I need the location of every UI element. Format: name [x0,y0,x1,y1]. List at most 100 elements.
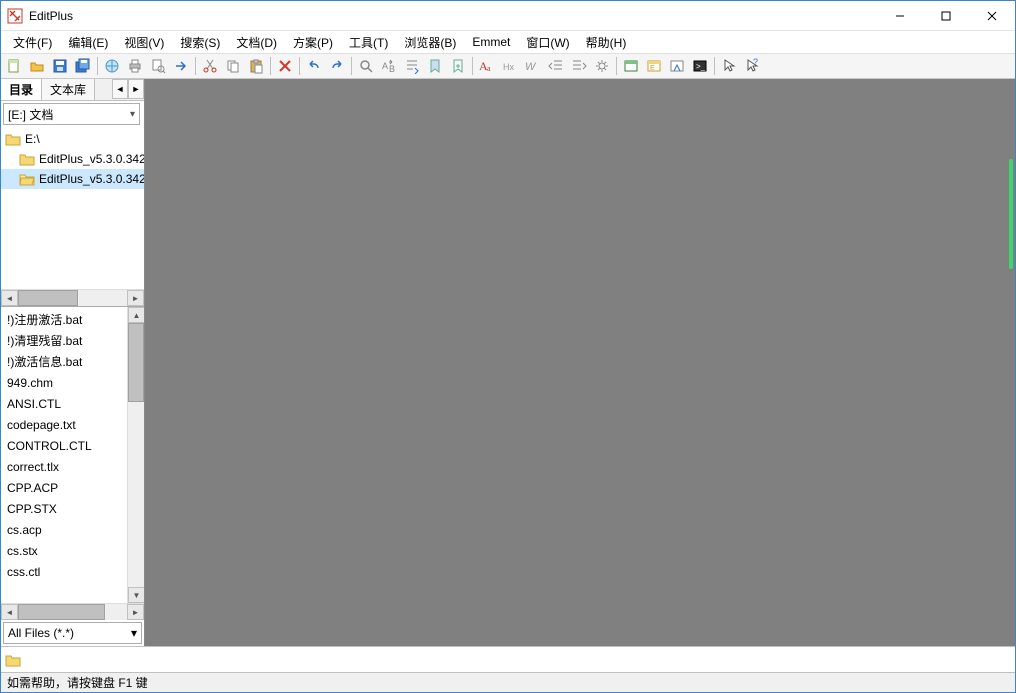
file-row[interactable]: ANSI.CTL [1,393,144,414]
editor-area [145,79,1015,646]
goto-icon[interactable] [170,55,192,77]
file-row[interactable]: CPP.ACP [1,477,144,498]
file-row[interactable]: CONTROL.CTL [1,435,144,456]
chevron-down-icon: ▾ [131,626,137,640]
svg-text:a: a [487,64,491,73]
tab-cliptext[interactable]: 文本库 [42,79,95,100]
file-row[interactable]: !)清理残留.bat [1,330,144,351]
menu-browser[interactable]: 浏览器(B) [396,32,464,53]
external-browser-icon[interactable] [666,55,688,77]
redo-icon[interactable] [326,55,348,77]
indent-right-icon[interactable] [568,55,590,77]
folder-row[interactable]: E:\ [1,129,144,149]
copy-icon[interactable] [222,55,244,77]
settings-icon[interactable] [591,55,613,77]
scroll-down-icon[interactable]: ▼ [128,587,144,603]
scroll-right-icon[interactable]: ► [127,604,144,620]
toolbar: AB Aa Hx W E >_ ? [1,53,1015,79]
folder-icon [19,152,35,166]
scroll-right-icon[interactable]: ► [127,290,144,306]
delete-icon[interactable] [274,55,296,77]
folder-row[interactable]: EditPlus_v5.3.0.3421_x64 [1,149,144,169]
file-filter-select[interactable]: All Files (*.*) ▾ [3,622,142,644]
folder-icon[interactable] [5,653,21,667]
menu-window[interactable]: 窗口(W) [518,32,577,53]
tab-next-button[interactable]: ► [128,79,144,99]
tab-prev-button[interactable]: ◄ [112,79,128,99]
file-row[interactable]: !)注册激活.bat [1,309,144,330]
file-row[interactable]: CPP.STX [1,498,144,519]
goto-line-icon[interactable] [401,55,423,77]
tab-directory[interactable]: 目录 [1,79,42,100]
open-file-icon[interactable] [26,55,48,77]
scroll-left-icon[interactable]: ◄ [1,290,18,306]
paste-icon[interactable] [245,55,267,77]
drive-select[interactable]: [E:] 文档 ▾ [3,103,140,125]
menubar: 文件(F) 编辑(E) 视图(V) 搜索(S) 文档(D) 方案(P) 工具(T… [1,31,1015,53]
new-file-icon[interactable] [3,55,25,77]
svg-text:A: A [382,61,388,71]
pointer-icon[interactable] [718,55,740,77]
file-row[interactable]: css.ctl [1,561,144,582]
menu-view[interactable]: 视图(V) [116,32,172,53]
folder-icon [5,132,21,146]
main-area: 目录 文本库 ◄ ► [E:] 文档 ▾ E:\ EditPlus_v5.3.0… [1,79,1015,646]
file-vscroll[interactable]: ▲ ▼ [127,307,144,603]
menu-tools[interactable]: 工具(T) [341,32,396,53]
maximize-button[interactable] [923,1,969,30]
bookmark-next-icon[interactable] [447,55,469,77]
hex-icon[interactable]: Hx [499,55,521,77]
file-list[interactable]: !)注册激活.bat !)清理残留.bat !)激活信息.bat 949.chm… [1,307,144,620]
ftp-icon[interactable] [101,55,123,77]
undo-icon[interactable] [303,55,325,77]
file-row[interactable]: correct.tlx [1,456,144,477]
print-icon[interactable] [124,55,146,77]
menu-emmet[interactable]: Emmet [464,33,518,51]
svg-text:E: E [650,65,655,72]
terminal-icon[interactable]: >_ [689,55,711,77]
file-hscroll[interactable]: ◄ ► [1,603,144,620]
tree-hscroll[interactable]: ◄ ► [1,289,144,306]
window-title: EditPlus [29,9,877,23]
file-row[interactable]: cs.stx [1,540,144,561]
window-controls [877,1,1015,30]
app-icon [7,8,23,24]
menu-project[interactable]: 方案(P) [285,32,341,53]
cut-icon[interactable] [199,55,221,77]
preview-icon[interactable]: E [643,55,665,77]
sidebar: 目录 文本库 ◄ ► [E:] 文档 ▾ E:\ EditPlus_v5.3.0… [1,79,145,646]
replace-icon[interactable]: AB [378,55,400,77]
folder-label: EditPlus_v5.3.0.3421_x64 [39,172,144,186]
status-text: 如需帮助，请按键盘 F1 键 [7,674,148,691]
wrap-icon[interactable]: W [522,55,544,77]
browser-icon[interactable] [620,55,642,77]
file-row[interactable]: 949.chm [1,372,144,393]
scroll-left-icon[interactable]: ◄ [1,604,18,620]
svg-text:W: W [525,61,537,73]
file-row[interactable]: cs.acp [1,519,144,540]
menu-file[interactable]: 文件(F) [5,32,60,53]
file-row[interactable]: codepage.txt [1,414,144,435]
menu-help[interactable]: 帮助(H) [578,32,635,53]
folder-row[interactable]: EditPlus_v5.3.0.3421_x64 [1,169,144,189]
minimize-button[interactable] [877,1,923,30]
folder-tree[interactable]: E:\ EditPlus_v5.3.0.3421_x64 EditPlus_v5… [1,127,144,307]
activity-marker [1009,159,1013,269]
close-button[interactable] [969,1,1015,30]
save-all-icon[interactable] [72,55,94,77]
file-row[interactable]: !)激活信息.bat [1,351,144,372]
open-files-bar [1,646,1015,672]
menu-edit[interactable]: 编辑(E) [60,32,116,53]
chevron-down-icon: ▾ [130,109,135,120]
menu-document[interactable]: 文档(D) [228,32,285,53]
svg-text:?: ? [753,58,758,67]
help-icon[interactable]: ? [741,55,763,77]
indent-left-icon[interactable] [545,55,567,77]
bookmark-icon[interactable] [424,55,446,77]
menu-search[interactable]: 搜索(S) [172,32,228,53]
save-icon[interactable] [49,55,71,77]
find-icon[interactable] [355,55,377,77]
print-preview-icon[interactable] [147,55,169,77]
font-icon[interactable]: Aa [476,55,498,77]
scroll-up-icon[interactable]: ▲ [128,307,144,323]
